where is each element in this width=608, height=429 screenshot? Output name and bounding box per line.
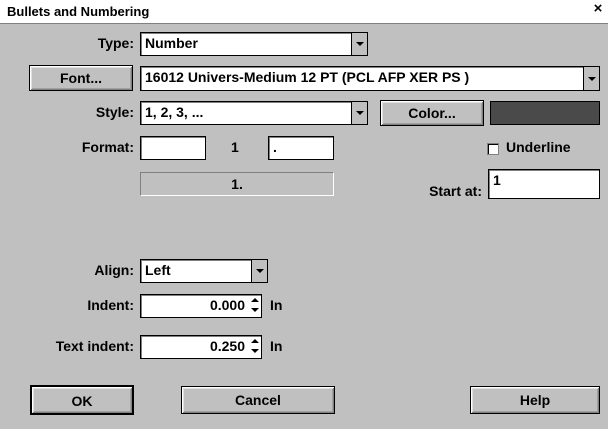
text-indent-label: Text indent:: [55, 338, 134, 354]
align-value: Left: [145, 262, 171, 278]
indent-unit: In: [270, 297, 283, 313]
text-indent-value: 0.250: [209, 338, 245, 354]
chevron-down-icon[interactable]: [351, 102, 367, 124]
cancel-button-label: Cancel: [235, 392, 281, 408]
text-indent-spinner[interactable]: [249, 336, 261, 358]
align-label: Align:: [94, 262, 134, 278]
chevron-down-icon[interactable]: [351, 33, 367, 55]
text-indent-unit: In: [270, 338, 283, 354]
type-dropdown[interactable]: Number: [140, 32, 368, 56]
close-icon[interactable]: ×: [592, 1, 604, 16]
color-button-label: Color...: [408, 105, 456, 121]
format-prefix-input[interactable]: [140, 136, 206, 160]
help-button-label: Help: [519, 392, 551, 408]
underline-checkbox[interactable]: [487, 143, 499, 155]
font-button[interactable]: Font...: [29, 65, 133, 91]
arrow-down-icon[interactable]: [249, 347, 261, 358]
font-value: 16012 Univers-Medium 12 PT (PCL AFP XER …: [145, 69, 470, 85]
ok-button-label: OK: [71, 393, 93, 409]
type-label: Type:: [97, 35, 134, 51]
cancel-button[interactable]: Cancel: [181, 386, 335, 414]
start-at-label: Start at:: [429, 183, 482, 199]
arrow-up-icon[interactable]: [249, 336, 261, 347]
arrow-up-icon[interactable]: [249, 295, 261, 306]
indent-value: 0.000: [209, 297, 245, 313]
window-title: Bullets and Numbering: [7, 4, 150, 19]
format-label: Format:: [81, 139, 134, 155]
style-label: Style:: [95, 104, 134, 120]
color-button[interactable]: Color...: [380, 100, 484, 126]
start-at-input[interactable]: 1: [488, 169, 600, 199]
indent-input[interactable]: 0.000: [140, 294, 262, 318]
format-preview: 1.: [140, 172, 334, 196]
underline-label: Underline: [506, 139, 571, 155]
format-number-token: 1: [231, 139, 239, 155]
style-dropdown[interactable]: 1, 2, 3, ...: [140, 101, 368, 125]
arrow-down-icon[interactable]: [249, 306, 261, 317]
chevron-down-icon[interactable]: [583, 67, 599, 90]
font-dropdown[interactable]: 16012 Univers-Medium 12 PT (PCL AFP XER …: [140, 66, 600, 91]
format-suffix-input[interactable]: .: [268, 136, 334, 160]
indent-spinner[interactable]: [249, 295, 261, 317]
help-button[interactable]: Help: [470, 386, 600, 414]
title-bar: Bullets and Numbering ×: [0, 0, 608, 24]
type-value: Number: [145, 35, 198, 51]
align-dropdown[interactable]: Left: [140, 259, 268, 283]
font-button-label: Font...: [60, 70, 102, 86]
indent-label: Indent:: [87, 297, 134, 313]
dialog-body: Type: Number Font... 16012 Univers-Mediu…: [0, 24, 608, 429]
ok-button[interactable]: OK: [30, 385, 134, 415]
chevron-down-icon[interactable]: [251, 260, 267, 282]
text-indent-input[interactable]: 0.250: [140, 335, 262, 359]
style-value: 1, 2, 3, ...: [145, 104, 204, 120]
color-swatch[interactable]: [490, 101, 600, 125]
